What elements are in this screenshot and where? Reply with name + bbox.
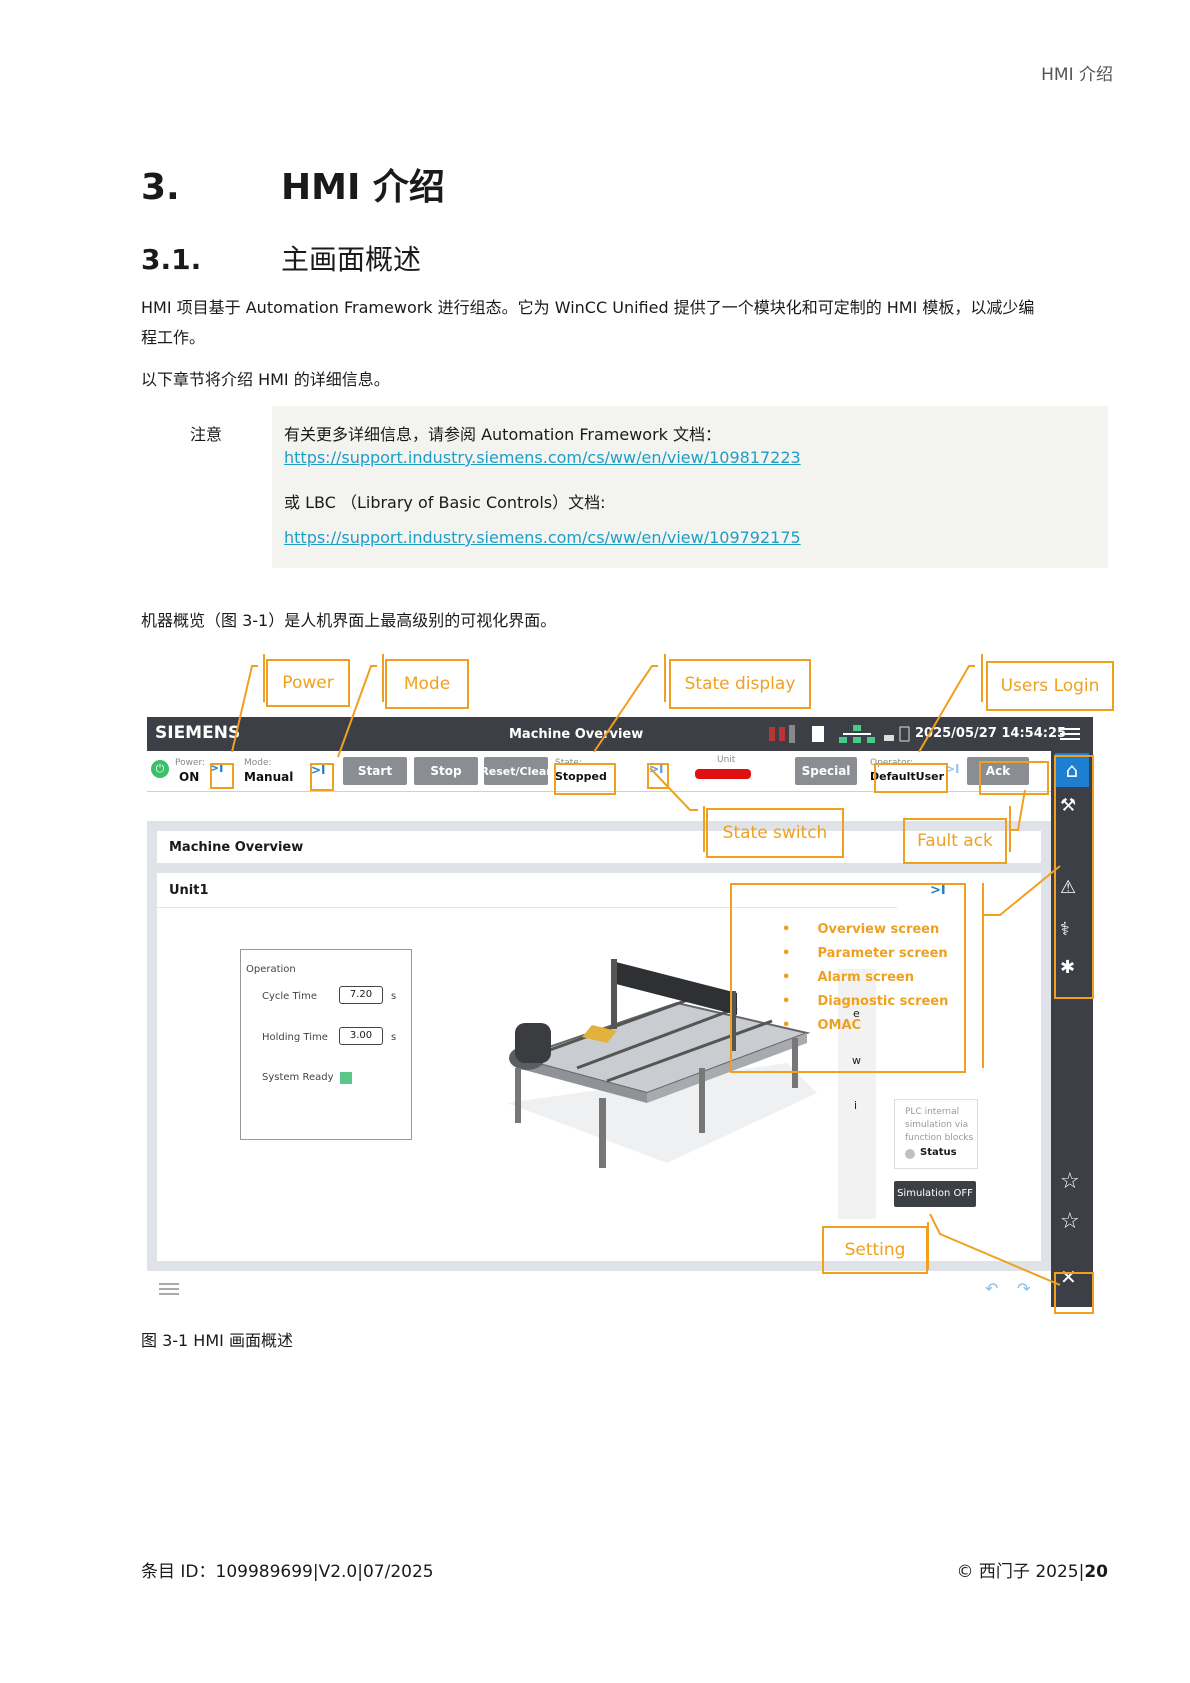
- annotation-mode: Mode: [385, 659, 469, 709]
- annotation-state-switch: State switch: [706, 808, 844, 858]
- highlight-mode: [310, 763, 334, 791]
- highlight-nav-icons: [1054, 755, 1094, 999]
- highlight-ack: [979, 761, 1049, 795]
- highlight-state-switch: [647, 763, 669, 789]
- annotation-state-display: State display: [669, 659, 811, 709]
- menu-item-label: Alarm screen: [817, 970, 914, 985]
- annotation-leader-lines: [231, 654, 1061, 1286]
- figure-caption: 图 3-1 HMI 画面概述: [141, 1331, 293, 1350]
- annotation-setting: Setting: [822, 1226, 928, 1274]
- page-number: 20: [1084, 1562, 1108, 1582]
- footer-item-id: 条目 ID：109989699|V2.0|07/2025: [141, 1562, 434, 1582]
- menu-item-label: Overview screen: [817, 922, 940, 937]
- menu-item-overview: • Overview screen: [782, 922, 940, 937]
- annotation-fault-ack: Fault ack: [903, 818, 1007, 864]
- menu-item-label: Diagnostic screen: [817, 994, 949, 1009]
- annotation-users-login: Users Login: [986, 661, 1114, 711]
- menu-item-alarm: • Alarm screen: [782, 970, 914, 985]
- highlight-setting-icon: [1054, 1272, 1094, 1314]
- menu-item-label: Parameter screen: [817, 946, 948, 961]
- annotation-power: Power: [266, 659, 350, 707]
- menu-item-diagnostic: • Diagnostic screen: [782, 994, 949, 1009]
- highlight-power: [210, 763, 234, 789]
- footer-copyright: © 西门子 2025|20: [957, 1557, 1108, 1582]
- menu-item-parameter: • Parameter screen: [782, 946, 948, 961]
- highlight-state: [554, 763, 616, 795]
- menu-item-label: OMAC: [817, 1018, 862, 1033]
- menu-item-omac: • OMAC: [782, 1018, 862, 1033]
- footer-copyright-text: © 西门子 2025|: [956, 1562, 1085, 1582]
- highlight-operator: [874, 763, 948, 793]
